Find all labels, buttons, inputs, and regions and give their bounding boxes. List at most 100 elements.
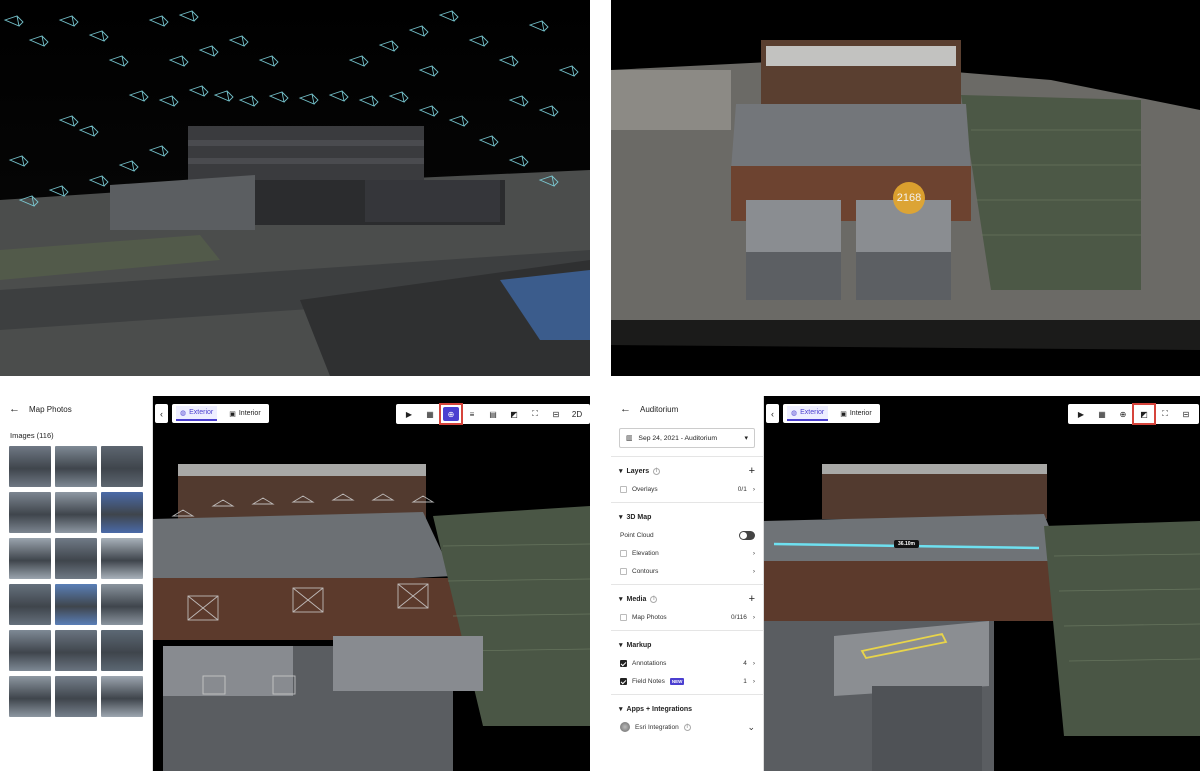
clapper-icon[interactable]: ▦ [420,405,440,423]
zoom-icon[interactable]: ⊕ [1113,405,1133,423]
map-photos-sidebar: ← Map Photos Images (116) [0,396,153,771]
date-select-value: Sep 24, 2021 - Auditorium [638,434,718,442]
apps-title: Apps + Integrations [626,705,693,713]
document-icon[interactable]: ▤ [483,405,503,423]
map-photos-viewer: ← Map Photos Images (116) ‹ ◍ Exterior ▣… [0,396,590,771]
map-photos-label: Map Photos [632,613,667,621]
photo-thumbnail[interactable] [101,630,143,671]
field-notes-row[interactable]: Field Notes NEW 1 › [619,672,755,690]
elevation-row[interactable]: Elevation › [619,544,755,562]
clapper-icon[interactable]: ▦ [1092,405,1112,423]
overlays-checkbox[interactable] [620,485,627,493]
collapse-sidebar-button[interactable]: ‹ [155,404,168,423]
filter-icon[interactable]: ≡ [462,405,482,423]
overlays-row[interactable]: Overlays 0/1 › [619,480,755,498]
chevron-right-icon[interactable]: › [753,614,755,621]
photo-thumbnail[interactable] [55,492,97,533]
fullscreen-icon[interactable]: ⛶ [525,405,545,423]
field-notes-checkbox[interactable] [620,677,627,685]
photo-thumbnail[interactable] [9,492,51,533]
photo-thumbnail[interactable] [101,446,143,487]
viewer-scene-q3 [153,396,590,771]
layers-header[interactable]: ▾ Layers i + [619,462,755,480]
point-cloud-label: Point Cloud [620,531,654,539]
chevron-right-icon[interactable]: › [753,550,755,557]
esri-logo-icon [620,722,630,732]
annotations-label: Annotations [632,659,667,667]
photo-thumbnail[interactable] [55,538,97,579]
chevron-down-icon: ▾ [619,642,623,649]
exterior-tab[interactable]: ◍ Exterior [176,406,218,421]
esri-label: Esri Integration [635,723,679,731]
map-icon: ▥ [626,435,633,442]
contours-checkbox[interactable] [620,567,627,575]
map3d-header[interactable]: ▾ 3D Map [619,508,755,526]
chevron-right-icon[interactable]: › [753,486,755,493]
map-photos-header: ← Map Photos [0,396,152,422]
exterior-tab[interactable]: ◍ Exterior [787,406,829,421]
chevron-right-icon[interactable]: › [753,678,755,685]
viewer-scene-q4 [764,396,1200,771]
fullscreen-icon[interactable]: ⛶ [1155,405,1175,423]
add-media-button[interactable]: + [749,593,755,605]
chevron-right-icon[interactable]: › [753,568,755,575]
globe-icon: ◍ [791,409,798,417]
layout-icon[interactable]: ⊟ [546,405,566,423]
photo-thumbnail[interactable] [101,538,143,579]
photo-thumbnail[interactable] [9,446,51,487]
info-icon[interactable]: i [653,467,661,475]
zoom-photos-button[interactable]: ⊕ [439,403,463,425]
caret-down-icon: ▾ [744,435,748,442]
annotations-row[interactable]: Annotations 4 › [619,654,755,672]
photo-thumbnail[interactable] [9,538,51,579]
interior-tab[interactable]: ▣ Interior [225,406,264,421]
esri-row[interactable]: Esri Integration i ⌄ [619,718,755,736]
photo-thumbnail[interactable] [55,630,97,671]
field-notes-label: Field Notes [632,677,665,685]
chevron-right-icon[interactable]: › [753,660,755,667]
apps-header[interactable]: ▾ Apps + Integrations [619,700,755,718]
add-layer-button[interactable]: + [749,465,755,477]
photo-thumbnail-grid [0,446,152,717]
elevation-checkbox[interactable] [620,549,627,557]
back-arrow-icon[interactable]: ← [620,403,631,415]
collapse-sidebar-button[interactable]: ‹ [766,404,779,423]
media-section: ▾ Media i + Map Photos 0/116 › [611,584,763,630]
markup-header[interactable]: ▾ Markup [619,636,755,654]
map-photos-row[interactable]: Map Photos 0/116 › [619,608,755,626]
photo-thumbnail[interactable] [55,584,97,625]
play-icon[interactable]: ▶ [1071,405,1091,423]
photo-thumbnail[interactable] [9,676,51,717]
markup-title: Markup [626,641,652,649]
back-arrow-icon[interactable]: ← [9,403,20,415]
annotations-checkbox[interactable] [620,659,627,667]
photo-thumbnail[interactable] [55,676,97,717]
info-icon[interactable]: i [683,723,691,731]
chevron-down-icon[interactable]: ⌄ [747,722,755,733]
photo-thumbnail[interactable] [55,446,97,487]
exterior-label: Exterior [800,409,825,416]
photo-thumbnail[interactable] [101,584,143,625]
photo-thumbnail[interactable] [101,492,143,533]
play-icon[interactable]: ▶ [399,405,419,423]
auditorium-header: ← Auditorium [611,396,763,422]
chevron-down-icon: ▾ [619,596,623,603]
point-cloud-toggle[interactable] [739,530,755,540]
map-photos-checkbox[interactable] [620,613,627,621]
media-header[interactable]: ▾ Media i + [619,590,755,608]
photo-thumbnail[interactable] [9,630,51,671]
photo-thumbnail[interactable] [101,676,143,717]
photo-thumbnail[interactable] [9,584,51,625]
layout-icon[interactable]: ⊟ [1176,405,1196,423]
floorplan-icon: ▣ [840,410,847,418]
interior-tab[interactable]: ▣ Interior [836,406,875,421]
contours-row[interactable]: Contours › [619,562,755,580]
toggle-2d-button[interactable]: 2D [567,405,587,423]
info-icon[interactable]: i [650,595,658,603]
point-count-badge[interactable]: 2168 [893,182,925,214]
auditorium-title: Auditorium [640,404,679,414]
image-overlay-icon[interactable]: ◩ [1132,403,1156,425]
date-site-select[interactable]: ▥ Sep 24, 2021 - Auditorium ▾ [619,428,755,448]
image-icon[interactable]: ◩ [504,405,524,423]
contours-label: Contours [632,567,659,575]
